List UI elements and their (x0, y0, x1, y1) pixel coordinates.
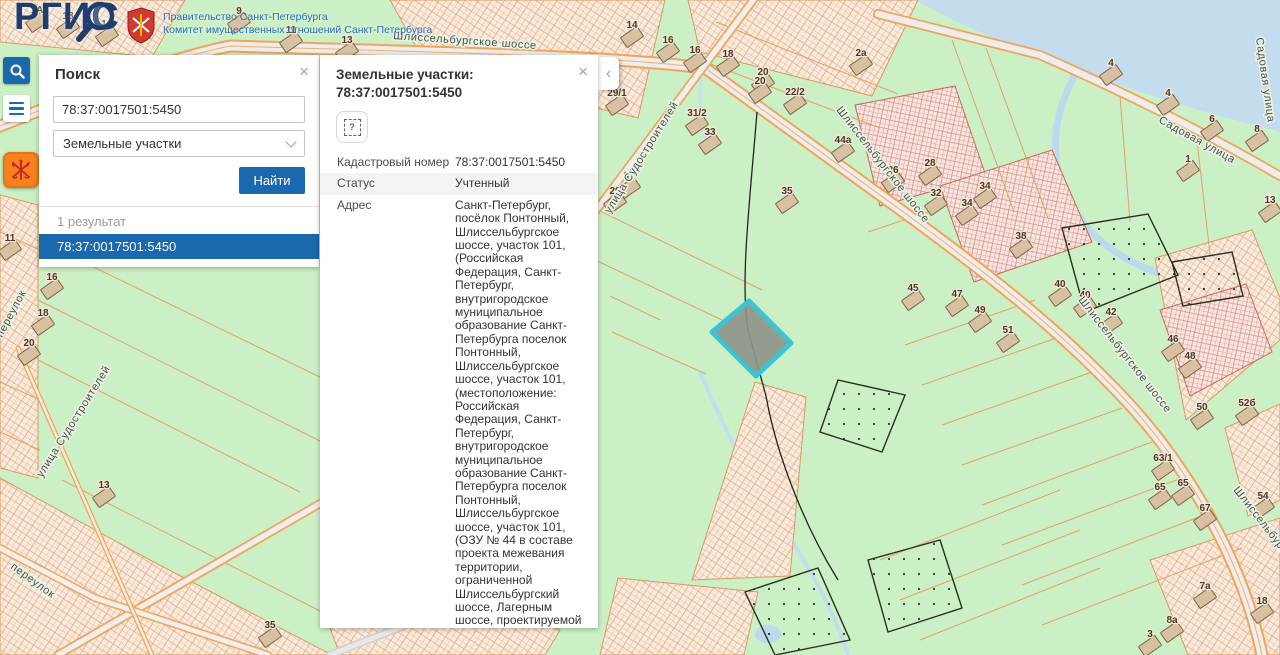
parcel-number: 16 (46, 272, 58, 283)
parcel-number: 18 (37, 308, 49, 319)
parcel-number: 8а (1166, 615, 1178, 626)
parcel-number: 52б (1238, 397, 1255, 409)
parcel-number: 28 (924, 158, 936, 169)
hamburger-icon (9, 102, 24, 105)
parcel-number: 1 (1185, 154, 1191, 165)
search-icon (9, 63, 25, 79)
parcel-number: 16 (689, 45, 701, 56)
emblem-tool-button[interactable] (3, 152, 39, 188)
parcel-number: 34 (961, 198, 973, 209)
parcel-number: 9 (236, 6, 242, 17)
parcel-number: 47 (951, 289, 963, 300)
parcel-number: 31/2 (687, 108, 707, 119)
parcel-number: 4 (1108, 58, 1114, 69)
parcel-number: 44а (835, 135, 852, 146)
parcel-number: 20 (754, 76, 766, 87)
chevron-down-icon (285, 136, 296, 147)
details-row: АдресСанкт-Петербург, посёлок Понтонный,… (320, 195, 598, 628)
parcel-number: 65 (1177, 478, 1189, 489)
parcel-number: 22/2 (785, 87, 805, 98)
search-panel-title: Поиск (55, 66, 100, 83)
parcel-number: 65 (1154, 482, 1166, 493)
search-result-item[interactable]: 78:37:0017501:5450 (39, 234, 319, 259)
details-row-label: Статус (320, 177, 455, 190)
parcel-number: 3 (1147, 629, 1153, 640)
category-select-value: Земельные участки (63, 136, 181, 151)
details-panel: Земельные участки: 78:37:0017501:5450 × … (320, 55, 598, 628)
parcel-number: 13 (341, 35, 353, 46)
details-row: Кадастровый номер78:37:0017501:5450 (320, 152, 598, 173)
parcel-number: 63/1 (1153, 453, 1173, 464)
details-row-value: 78:37:0017501:5450 (455, 156, 598, 169)
parcel-number: 32 (930, 188, 942, 199)
search-tool-button[interactable] (3, 57, 30, 84)
parcel-number: 13 (1264, 195, 1276, 206)
parcel-number: 38 (1015, 231, 1027, 242)
parcel-number: 6 (1209, 114, 1215, 125)
menu-button[interactable] (3, 95, 30, 122)
parcel-number: 4 (1165, 88, 1171, 99)
search-panel-close-icon[interactable]: × (299, 63, 309, 80)
parcel-number: 16 (662, 35, 674, 46)
question-icon: ? (344, 119, 361, 136)
details-rows: Кадастровый номер78:37:0017501:5450Стату… (320, 152, 598, 628)
details-row-value: Санкт-Петербург, посёлок Понтонный, Шлис… (455, 199, 598, 628)
identify-parcel-button[interactable]: ? (336, 111, 368, 143)
details-panel-title: Земельные участки: 78:37:0017501:5450 (336, 67, 474, 100)
details-panel-close-icon[interactable]: × (578, 63, 588, 80)
spb-emblem-icon (9, 158, 33, 182)
parcel-number: 67 (1199, 503, 1211, 514)
details-row-label: Кадастровый номер (320, 156, 455, 169)
parcel-number: 14 (626, 20, 638, 31)
parcel-number: 42 (1105, 307, 1117, 318)
parcel-number: 7а (1199, 581, 1211, 592)
parcel-number: 40 (1054, 279, 1066, 290)
parcel-number: 1в (101, 19, 113, 30)
category-select[interactable]: Земельные участки (53, 130, 305, 157)
parcel-number: 35 (781, 186, 793, 197)
search-panel: Поиск × Земельные участки Найти 1 резуль… (39, 55, 319, 267)
parcel-number: 45 (907, 283, 919, 294)
parcel-number: 11 (5, 233, 16, 244)
details-row-value: Учтенный (455, 177, 598, 190)
parcel-number: 11 (286, 25, 297, 36)
parcel-number: 18 (62, 11, 74, 22)
parcel-number: 1А (31, 5, 44, 16)
details-collapse-button[interactable]: ‹ (598, 57, 619, 90)
details-row: СтатусУчтенный (320, 173, 598, 194)
results-count: 1 результат (39, 207, 319, 234)
parcel-number: 35 (264, 620, 276, 631)
find-button[interactable]: Найти (239, 167, 305, 194)
details-row-label: Адрес (320, 199, 455, 628)
parcel-number: 13 (98, 480, 110, 491)
parcel-number: 18 (1256, 596, 1268, 607)
parcel-number: 48 (1184, 351, 1196, 362)
parcel-number: 2а (855, 48, 867, 59)
parcel-number: 51 (1002, 325, 1014, 336)
parcel-number: 18 (722, 49, 734, 60)
parcel-number: 49 (974, 305, 986, 316)
chevron-left-icon: ‹ (606, 65, 611, 83)
parcel-number: 54 (1257, 491, 1269, 502)
search-input[interactable] (53, 96, 305, 123)
search-results: 78:37:0017501:5450 (39, 234, 319, 259)
parcel-number: 8 (1254, 124, 1260, 135)
parcel-number: 46 (1167, 334, 1179, 345)
parcel-number: 34 (979, 181, 991, 192)
parcel-number: 33 (704, 127, 716, 138)
parcel-number: 50 (1196, 402, 1208, 413)
parcel-number: 20 (23, 338, 35, 349)
